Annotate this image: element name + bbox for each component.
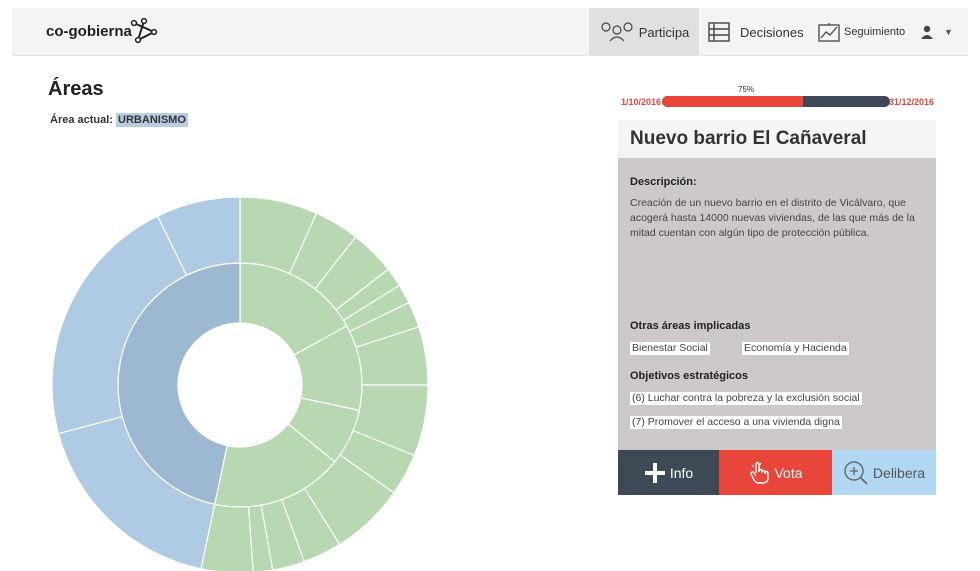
nav-participa[interactable]: Participa <box>589 8 699 56</box>
area-tag[interactable]: Economía y Hacienda <box>742 342 849 355</box>
network-logo-icon <box>130 18 158 44</box>
objectives-label: Objetivos estratégicos <box>630 370 748 382</box>
timeline-progress-label: 75% <box>738 85 755 94</box>
info-button[interactable]: Info <box>618 450 719 495</box>
zoom-in-icon <box>844 460 868 485</box>
vote-button-label: Vota <box>774 464 803 481</box>
timeline-start-date: 1/10/2016 <box>621 97 662 107</box>
nav-decisiones[interactable]: Decisiones <box>700 8 810 56</box>
nav-seguimiento[interactable]: Seguimiento <box>810 8 910 56</box>
page-title: Áreas <box>48 78 104 100</box>
current-area: Área actual: URBANISMO <box>50 113 188 127</box>
description-label: Descripción: <box>630 176 697 188</box>
project-title: Nuevo barrio El Cañaveral <box>618 120 936 158</box>
timeline-progress-fill <box>662 96 804 107</box>
objective-tag[interactable]: (7) Promover el acceso a una vivienda di… <box>630 416 842 429</box>
list-icon <box>708 22 730 42</box>
current-area-label: Área actual: <box>50 114 113 126</box>
nav-seguimiento-label: Seguimiento <box>844 26 906 38</box>
chevron-down-icon: ▼ <box>944 27 953 37</box>
other-areas-label: Otras áreas implicadas <box>630 320 751 332</box>
project-card: Nuevo barrio El Cañaveral Descripción: C… <box>618 120 936 450</box>
area-tag[interactable]: Bienestar Social <box>630 342 710 355</box>
timeline-progress-bar <box>662 96 890 107</box>
objective-tag[interactable]: (6) Luchar contra la pobreza y la exclus… <box>630 392 862 405</box>
current-area-value: URBANISMO <box>116 113 188 127</box>
deliberate-button[interactable]: Delibera <box>832 450 936 495</box>
people-icon <box>601 22 633 42</box>
brand-logo-text[interactable]: co-gobierna <box>46 23 132 40</box>
nav-participa-label: Participa <box>638 24 690 40</box>
deliberate-button-label: Delibera <box>872 464 926 481</box>
info-button-label: Info <box>669 464 694 481</box>
hand-pointer-icon <box>750 461 770 484</box>
nav-decisiones-label: Decisiones <box>740 24 804 40</box>
user-icon <box>921 25 933 39</box>
description-text: Creación de un nuevo barrio en el distri… <box>630 197 915 239</box>
plus-icon <box>644 462 665 483</box>
user-menu[interactable]: ▼ <box>910 8 960 56</box>
vote-button[interactable]: Vota <box>719 450 832 495</box>
timeline-end-date: 31/12/2016 <box>889 97 935 107</box>
top-navbar: co-gobierna Participa Decisiones Seguimi… <box>12 8 968 56</box>
chart-trend-icon <box>818 23 840 42</box>
areas-sunburst-chart[interactable] <box>40 185 440 571</box>
